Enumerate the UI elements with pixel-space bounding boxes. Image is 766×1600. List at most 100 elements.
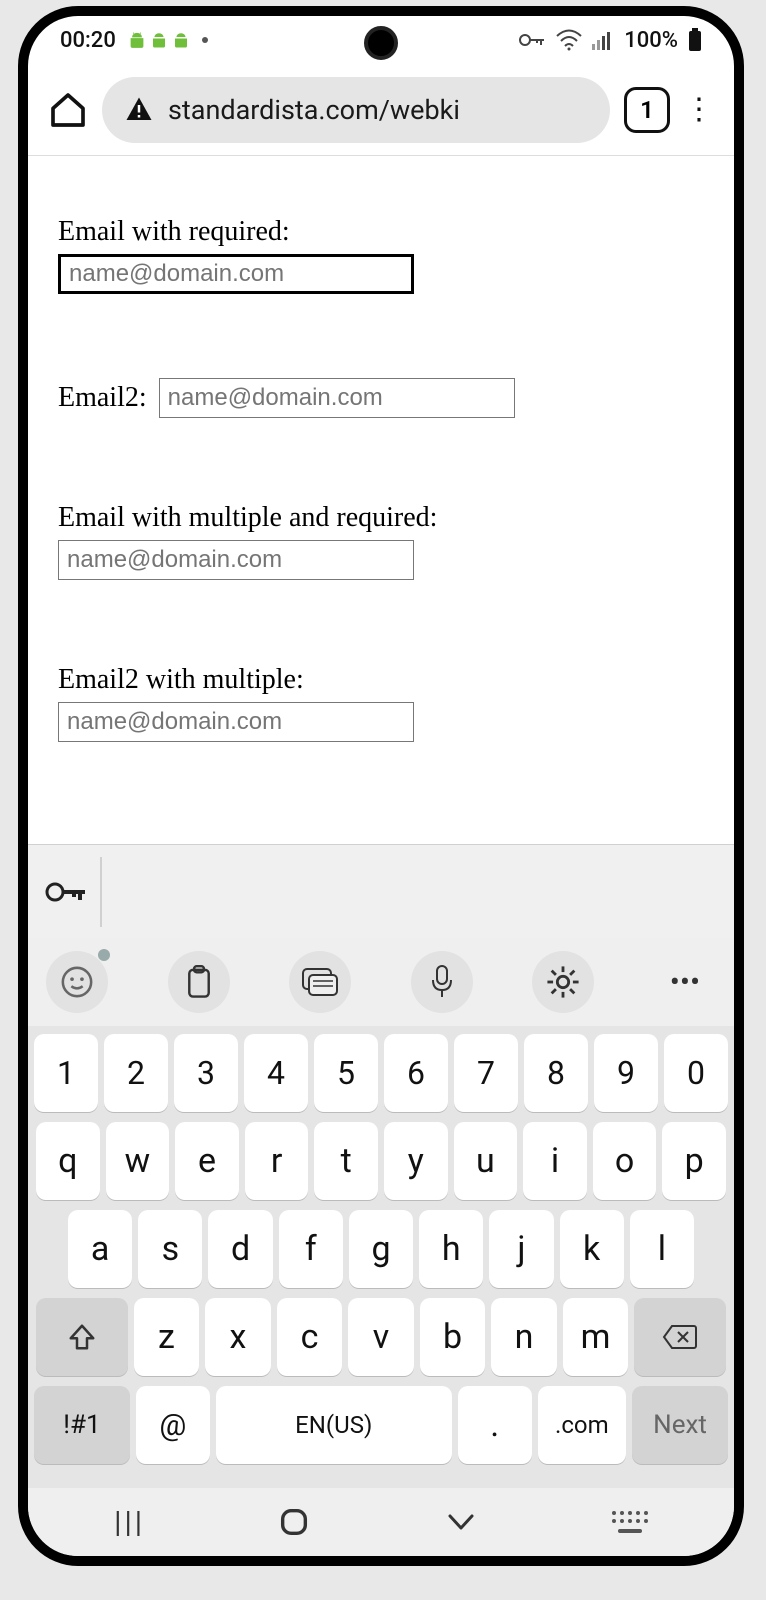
key-a[interactable]: a xyxy=(68,1210,132,1288)
key-5[interactable]: 5 xyxy=(314,1034,378,1112)
home-icon[interactable] xyxy=(48,90,88,130)
key-l[interactable]: l xyxy=(630,1210,694,1288)
signal-icon xyxy=(592,30,614,50)
key-row-1: q w e r t y u i o p xyxy=(34,1122,728,1200)
android-icon xyxy=(128,29,146,51)
key-f[interactable]: f xyxy=(279,1210,343,1288)
mic-icon[interactable] xyxy=(411,951,473,1013)
key-k[interactable]: k xyxy=(560,1210,624,1288)
notification-icons xyxy=(128,29,190,51)
keyboard-toolbar: ••• xyxy=(28,938,734,1026)
clock: 00:20 xyxy=(60,28,116,53)
input-email-multiple-required[interactable] xyxy=(58,540,414,580)
key-7[interactable]: 7 xyxy=(454,1034,518,1112)
battery-text: 100% xyxy=(624,28,678,53)
key-q[interactable]: q xyxy=(36,1122,100,1200)
key-period[interactable]: . xyxy=(458,1386,532,1464)
key-9[interactable]: 9 xyxy=(594,1034,658,1112)
key-3[interactable]: 3 xyxy=(174,1034,238,1112)
key-t[interactable]: t xyxy=(314,1122,378,1200)
input-email2[interactable] xyxy=(159,378,515,418)
key-symbols[interactable]: !#1 xyxy=(34,1386,130,1464)
insecure-site-icon xyxy=(124,95,154,125)
key-z[interactable]: z xyxy=(134,1298,200,1376)
nav-recents-icon[interactable]: ||| xyxy=(114,1505,145,1540)
key-s[interactable]: s xyxy=(138,1210,202,1288)
key-0[interactable]: 0 xyxy=(664,1034,728,1112)
keyboard: 1 2 3 4 5 6 7 8 9 0 q w e r t y u i o xyxy=(28,1026,734,1488)
battery-icon xyxy=(688,28,702,52)
system-nav-bar: ||| xyxy=(28,1488,734,1556)
url-text: standardista.com/webki xyxy=(168,94,460,126)
key-8[interactable]: 8 xyxy=(524,1034,588,1112)
key-4[interactable]: 4 xyxy=(244,1034,308,1112)
key-at[interactable]: @ xyxy=(136,1386,210,1464)
android-icon xyxy=(150,29,168,51)
key-dotcom[interactable]: .com xyxy=(538,1386,627,1464)
key-row-bottom: !#1 @ EN(US) . .com Next xyxy=(34,1386,728,1464)
key-v[interactable]: v xyxy=(348,1298,414,1376)
autofill-bar xyxy=(28,844,734,938)
key-row-3: z x c v b n m xyxy=(34,1298,728,1376)
camera-notch xyxy=(364,26,398,60)
key-e[interactable]: e xyxy=(175,1122,239,1200)
input-email-required[interactable] xyxy=(58,254,414,294)
nav-home-icon[interactable] xyxy=(277,1505,311,1539)
more-icon[interactable]: ••• xyxy=(654,951,716,1013)
key-p[interactable]: p xyxy=(662,1122,726,1200)
key-x[interactable]: x xyxy=(205,1298,271,1376)
emoji-icon[interactable] xyxy=(46,951,108,1013)
key-6[interactable]: 6 xyxy=(384,1034,448,1112)
more-notifications-icon xyxy=(202,37,208,43)
nav-keyboard-switch-icon[interactable] xyxy=(610,1509,648,1535)
url-bar[interactable]: standardista.com/webki xyxy=(102,77,610,143)
field-email-required: Email with required: xyxy=(58,216,704,294)
key-row-numbers: 1 2 3 4 5 6 7 8 9 0 xyxy=(34,1034,728,1112)
key-r[interactable]: r xyxy=(245,1122,309,1200)
browser-toolbar: standardista.com/webki 1 ⋮ xyxy=(28,64,734,156)
android-icon xyxy=(172,29,190,51)
divider xyxy=(100,857,102,927)
page-content[interactable]: Email with required: Email2: Email with … xyxy=(28,156,734,844)
phone-frame: 00:20 100% standardista.com/ xyxy=(18,6,744,1566)
field-email2-multiple: Email2 with multiple: xyxy=(58,664,704,742)
shift-icon xyxy=(67,1322,97,1352)
label-email-required: Email with required: xyxy=(58,216,704,248)
tabs-button[interactable]: 1 xyxy=(624,87,670,133)
clipboard-icon[interactable] xyxy=(168,951,230,1013)
key-shift[interactable] xyxy=(36,1298,128,1376)
key-m[interactable]: m xyxy=(563,1298,629,1376)
key-row-2: a s d f g h j k l xyxy=(34,1210,728,1288)
key-i[interactable]: i xyxy=(523,1122,587,1200)
backspace-icon xyxy=(662,1324,698,1350)
key-backspace[interactable] xyxy=(634,1298,726,1376)
wifi-icon xyxy=(556,29,582,51)
field-email-multiple-required: Email with multiple and required: xyxy=(58,502,704,580)
input-email2-multiple[interactable] xyxy=(58,702,414,742)
key-d[interactable]: d xyxy=(208,1210,272,1288)
key-j[interactable]: j xyxy=(489,1210,553,1288)
key-1[interactable]: 1 xyxy=(34,1034,98,1112)
key-u[interactable]: u xyxy=(454,1122,518,1200)
label-email-multiple-required: Email with multiple and required: xyxy=(58,502,704,534)
key-g[interactable]: g xyxy=(349,1210,413,1288)
label-email2-multiple: Email2 with multiple: xyxy=(58,664,704,696)
keyboard-settings-icon[interactable] xyxy=(289,951,351,1013)
key-n[interactable]: n xyxy=(491,1298,557,1376)
key-space[interactable]: EN(US) xyxy=(216,1386,452,1464)
key-w[interactable]: w xyxy=(106,1122,170,1200)
key-y[interactable]: y xyxy=(384,1122,448,1200)
key-o[interactable]: o xyxy=(593,1122,657,1200)
key-c[interactable]: c xyxy=(277,1298,343,1376)
tab-count: 1 xyxy=(640,96,654,124)
key-b[interactable]: b xyxy=(420,1298,486,1376)
key-h[interactable]: h xyxy=(419,1210,483,1288)
password-key-icon[interactable] xyxy=(36,877,96,907)
nav-back-icon[interactable] xyxy=(444,1510,478,1534)
field-email2: Email2: xyxy=(58,378,704,418)
overflow-menu-icon[interactable]: ⋮ xyxy=(684,104,714,116)
vpn-key-icon xyxy=(518,30,546,50)
key-next[interactable]: Next xyxy=(632,1386,728,1464)
gear-icon[interactable] xyxy=(532,951,594,1013)
key-2[interactable]: 2 xyxy=(104,1034,168,1112)
